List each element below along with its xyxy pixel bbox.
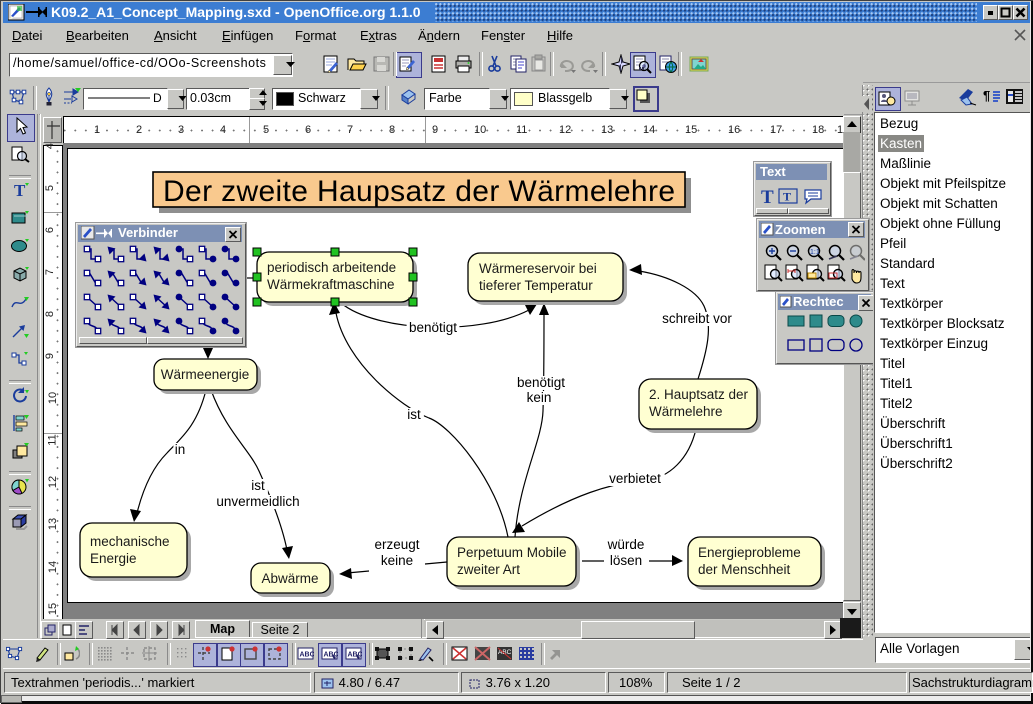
- svg-text:ist: ist: [251, 478, 265, 493]
- svg-text:schreibt vor: schreibt vor: [662, 311, 732, 326]
- svg-text:lösen: lösen: [610, 553, 642, 568]
- svg-text:1:1: 1:1: [810, 249, 820, 256]
- svg-text:ABC: ABC: [300, 652, 315, 659]
- svg-text:Energieprobleme: Energieprobleme: [698, 545, 801, 560]
- svg-text:der Menschheit: der Menschheit: [698, 562, 791, 577]
- svg-text:ABC: ABC: [324, 652, 339, 659]
- svg-text:Wärmereservoir bei: Wärmereservoir bei: [479, 261, 597, 276]
- svg-text:¶: ¶: [983, 88, 990, 103]
- svg-text:würde: würde: [607, 537, 645, 552]
- svg-text:T: T: [783, 190, 791, 204]
- svg-text:mechanische: mechanische: [90, 534, 170, 549]
- svg-text:Der zweite Haupsatz der Wärmel: Der zweite Haupsatz der Wärmelehre: [163, 175, 675, 208]
- svg-text:T: T: [14, 181, 26, 200]
- svg-text:Perpetuum Mobile: Perpetuum Mobile: [457, 545, 567, 560]
- svg-text:zweiter Art: zweiter Art: [457, 562, 520, 577]
- svg-text:unvermeidlich: unvermeidlich: [216, 494, 299, 509]
- svg-text:T: T: [761, 187, 774, 208]
- svg-text:D: D: [153, 91, 162, 105]
- svg-text:Energie: Energie: [90, 551, 137, 566]
- svg-text:benötigt: benötigt: [409, 320, 457, 335]
- svg-text:keine: keine: [381, 553, 413, 568]
- svg-text:kein: kein: [527, 390, 552, 405]
- svg-text:in: in: [175, 442, 186, 457]
- svg-text:Abwärme: Abwärme: [261, 571, 318, 586]
- svg-text:2. Hauptsatz der: 2. Hauptsatz der: [649, 387, 749, 402]
- svg-text:benötigt: benötigt: [517, 375, 565, 390]
- svg-text:ABC: ABC: [348, 652, 363, 659]
- svg-text:Wärmekraftmaschine: Wärmekraftmaschine: [267, 277, 395, 292]
- svg-text:ist: ist: [407, 407, 421, 422]
- svg-text:Wärmeenergie: Wärmeenergie: [161, 367, 250, 382]
- svg-text:erzeugt: erzeugt: [374, 537, 419, 552]
- svg-text:tieferer Temperatur: tieferer Temperatur: [479, 278, 593, 293]
- svg-text:verbietet: verbietet: [609, 471, 661, 486]
- svg-text:Wärmelehre: Wärmelehre: [649, 404, 723, 419]
- svg-text:periodisch arbeitende: periodisch arbeitende: [267, 260, 396, 275]
